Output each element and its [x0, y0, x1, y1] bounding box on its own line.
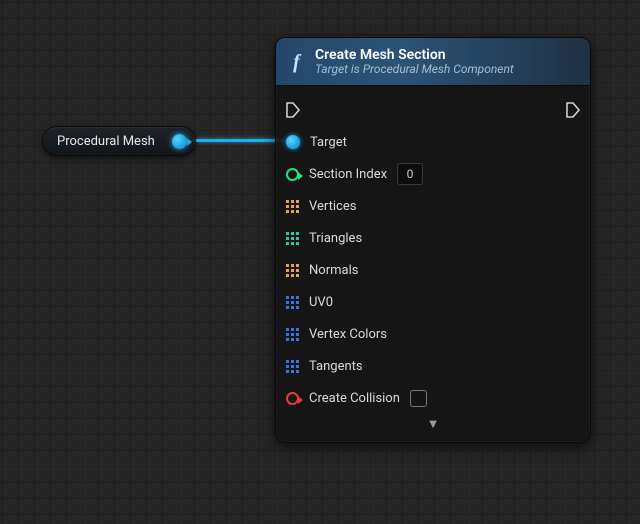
- node-create-mesh-section[interactable]: f Create Mesh Section Target is Procedur…: [275, 37, 591, 443]
- input-pin-vertex-colors[interactable]: [286, 328, 299, 341]
- output-pin-object[interactable]: [172, 134, 187, 149]
- input-value-section-index[interactable]: 0: [397, 163, 423, 185]
- function-icon: f: [288, 51, 305, 73]
- input-label-vertices: Vertices: [309, 199, 356, 214]
- input-row-tangents: Tangents: [286, 350, 580, 382]
- input-label-normals: Normals: [309, 263, 358, 278]
- input-pin-target[interactable]: [286, 135, 300, 149]
- input-pin-normals[interactable]: [286, 264, 299, 277]
- input-row-section-index: Section Index 0: [286, 158, 580, 190]
- input-row-uv0: UV0: [286, 286, 580, 318]
- input-label-section-index: Section Index: [309, 167, 387, 182]
- node-body: Target Section Index 0 Vertices Triangle…: [276, 86, 590, 442]
- input-label-target: Target: [310, 135, 347, 150]
- input-pin-tangents[interactable]: [286, 360, 299, 373]
- input-row-triangles: Triangles: [286, 222, 580, 254]
- input-row-vertex-colors: Vertex Colors: [286, 318, 580, 350]
- input-pin-create-collision[interactable]: [286, 392, 299, 405]
- input-label-triangles: Triangles: [309, 231, 362, 246]
- input-row-create-collision: Create Collision: [286, 382, 580, 414]
- exec-out-pin[interactable]: [566, 102, 580, 118]
- exec-in-pin[interactable]: [286, 102, 300, 118]
- input-row-normals: Normals: [286, 254, 580, 286]
- input-pin-triangles[interactable]: [286, 232, 299, 245]
- input-row-vertices: Vertices: [286, 190, 580, 222]
- variable-node-label: Procedural Mesh: [57, 134, 172, 149]
- input-label-create-collision: Create Collision: [309, 391, 400, 406]
- input-label-vertex-colors: Vertex Colors: [309, 327, 387, 342]
- node-header[interactable]: f Create Mesh Section Target is Procedur…: [276, 38, 590, 86]
- input-label-uv0: UV0: [309, 295, 333, 310]
- node-subtitle: Target is Procedural Mesh Component: [315, 63, 514, 77]
- node-title: Create Mesh Section: [315, 47, 514, 63]
- exec-row: [286, 94, 580, 126]
- input-pin-vertices[interactable]: [286, 200, 299, 213]
- input-pin-section-index[interactable]: [286, 168, 299, 181]
- input-pin-uv0[interactable]: [286, 296, 299, 309]
- input-label-tangents: Tangents: [309, 359, 363, 374]
- checkbox-create-collision[interactable]: [410, 390, 427, 407]
- input-row-target: Target: [286, 126, 580, 158]
- expand-node-button[interactable]: ▼: [286, 414, 580, 436]
- variable-node-procedural-mesh[interactable]: Procedural Mesh: [42, 126, 196, 156]
- chevron-down-icon: ▼: [427, 417, 440, 432]
